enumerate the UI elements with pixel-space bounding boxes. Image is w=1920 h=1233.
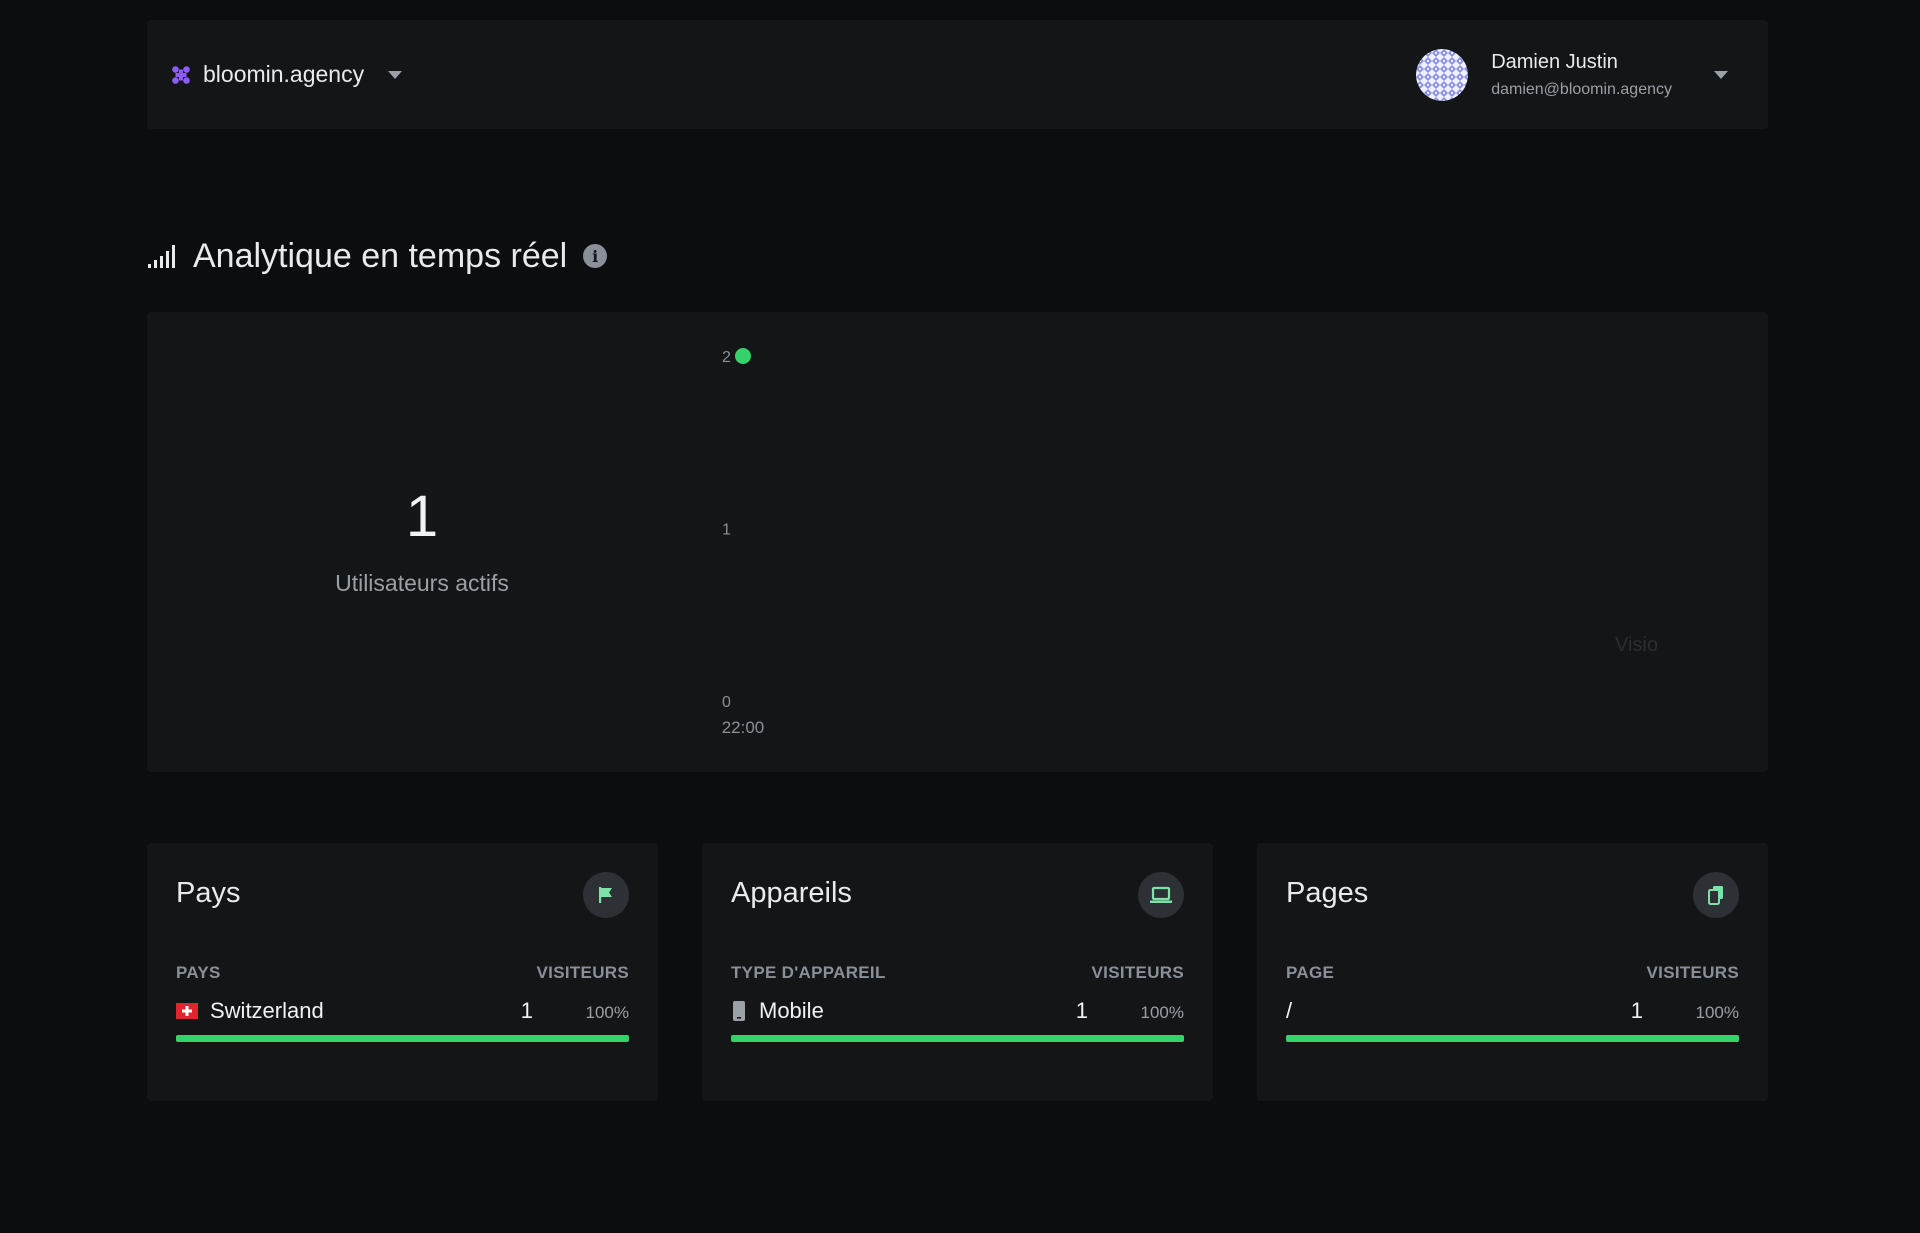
column-header-country: PAYS xyxy=(176,963,221,982)
devices-card: Appareils TYPE D'APPAREIL VISITEURS Mobi… xyxy=(702,843,1213,1101)
page-title: Analytique en temps réel xyxy=(193,236,568,275)
progress-fill xyxy=(1286,1035,1739,1042)
card-title: Pages xyxy=(1286,877,1369,909)
card-title: Pays xyxy=(176,877,241,909)
column-header-visitors: VISITEURS xyxy=(536,963,629,982)
card-title: Appareils xyxy=(731,877,852,909)
row-count: 1 xyxy=(1075,998,1088,1023)
breakdown-cards: Pays PAYS VISITEURS Switzerland 1 100% A… xyxy=(147,843,1768,1101)
avatar xyxy=(1416,48,1469,101)
info-icon[interactable]: i xyxy=(583,244,608,268)
row-count: 1 xyxy=(1630,998,1643,1023)
progress-bar xyxy=(731,1035,1184,1042)
organization-name: bloomin.agency xyxy=(203,61,365,87)
chart-watermark: Visio xyxy=(1615,634,1658,656)
column-header-visitors: VISITEURS xyxy=(1646,963,1739,982)
user-menu[interactable]: Damien Justin damien@bloomin.agency xyxy=(1416,20,1728,129)
row-percent: 100% xyxy=(1140,1003,1184,1022)
data-point[interactable] xyxy=(735,348,751,364)
y-tick-label: 2 xyxy=(722,349,731,366)
switzerland-flag-icon xyxy=(176,1003,198,1019)
progress-fill xyxy=(731,1035,1184,1042)
flag-icon[interactable] xyxy=(583,872,629,918)
progress-bar xyxy=(1286,1035,1739,1042)
progress-fill xyxy=(176,1035,629,1042)
column-header-device-type: TYPE D'APPAREIL xyxy=(731,963,886,982)
realtime-chart: 0 1 2 22:00 xyxy=(722,348,765,737)
row-label: Mobile xyxy=(759,998,824,1023)
y-tick-label: 0 xyxy=(722,694,731,711)
countries-card: Pays PAYS VISITEURS Switzerland 1 100% xyxy=(147,843,658,1101)
chevron-down-icon xyxy=(1714,70,1728,79)
chevron-down-icon xyxy=(388,70,403,79)
list-item[interactable]: Mobile 1 100% xyxy=(731,996,1184,1056)
laptop-icon[interactable] xyxy=(1138,872,1184,918)
column-header-visitors: VISITEURS xyxy=(1091,963,1184,982)
row-percent: 100% xyxy=(1695,1003,1739,1022)
pages-card: Pages PAGE VISITEURS / 1 100% xyxy=(1257,843,1768,1101)
mobile-icon xyxy=(733,1001,745,1021)
column-header-page: PAGE xyxy=(1286,963,1335,982)
row-count: 1 xyxy=(520,998,533,1023)
y-tick-label: 1 xyxy=(722,522,731,539)
progress-bar xyxy=(176,1035,629,1042)
user-name: Damien Justin xyxy=(1491,50,1618,73)
row-label: / xyxy=(1286,998,1293,1023)
pages-icon[interactable] xyxy=(1693,872,1739,918)
list-item[interactable]: Switzerland 1 100% xyxy=(176,996,629,1056)
signal-bars-icon xyxy=(148,245,175,268)
top-bar: bloomin.agency Damien Justin damien@bloo… xyxy=(147,20,1768,129)
row-percent: 100% xyxy=(585,1003,629,1022)
list-item[interactable]: / 1 100% xyxy=(1286,996,1739,1056)
x-tick-label: 22:00 xyxy=(722,718,765,737)
section-header: Analytique en temps réel i xyxy=(147,232,608,280)
user-email: damien@bloomin.agency xyxy=(1491,80,1672,98)
realtime-chart-panel: 1 Utilisateurs actifs 0 1 2 22:00 Visio xyxy=(147,312,1768,772)
row-label: Switzerland xyxy=(210,998,324,1023)
app-grid-icon xyxy=(172,65,190,84)
organization-switcher[interactable]: bloomin.agency xyxy=(171,20,403,129)
